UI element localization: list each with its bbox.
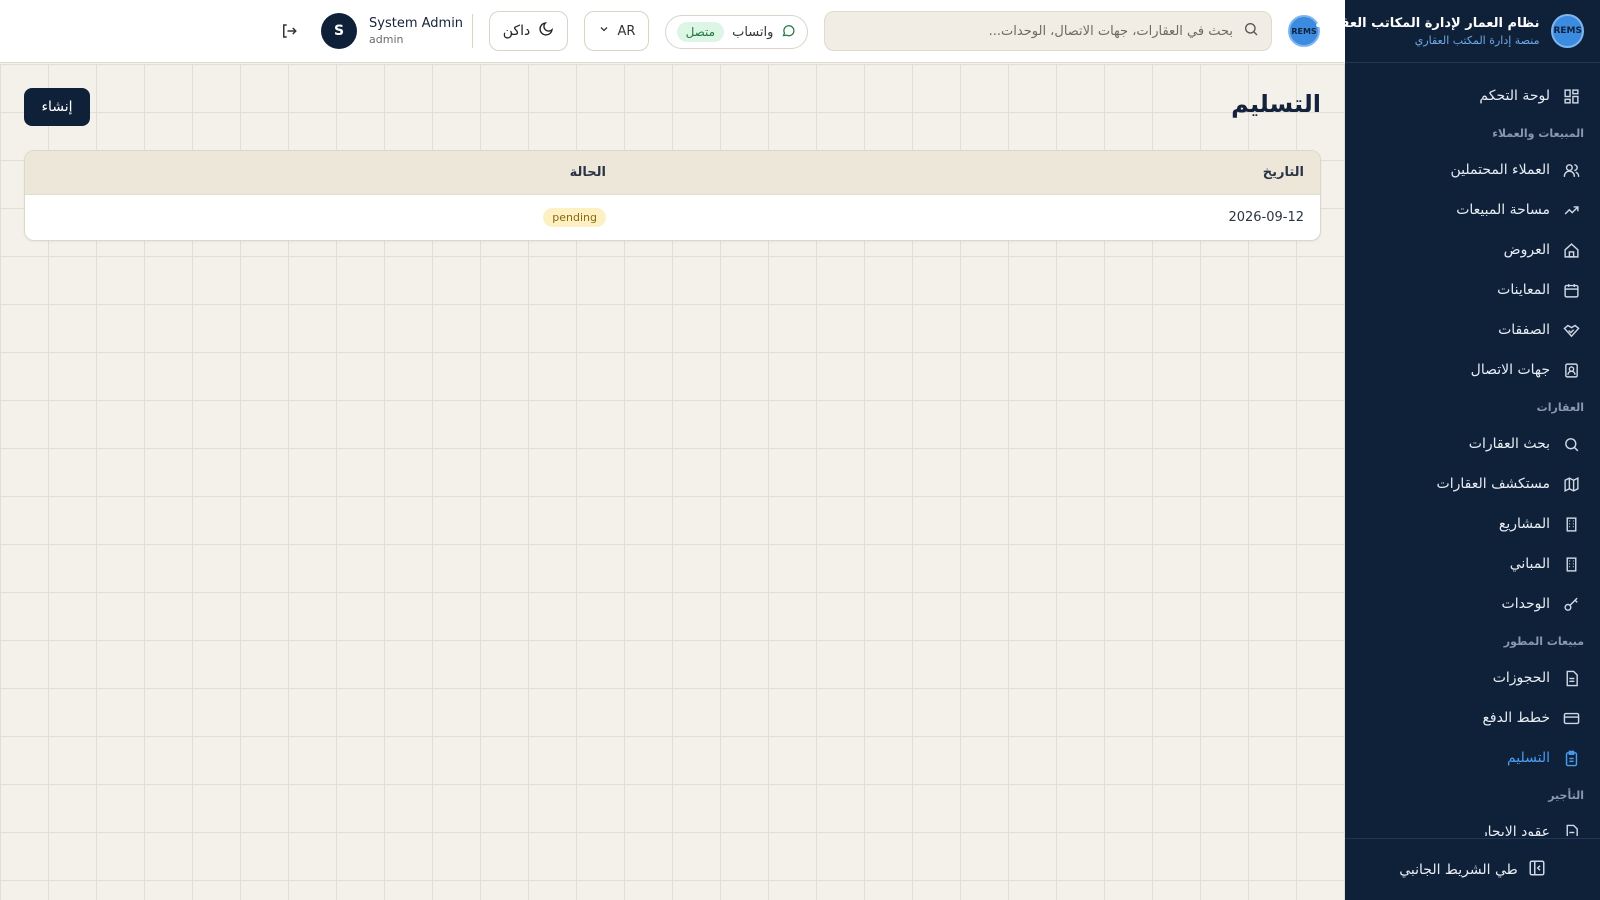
app-logo: REMS [1551, 14, 1584, 48]
app-title: نظام العمار لإدارة المكاتب العقارية [1315, 15, 1540, 31]
create-button[interactable]: إنشاء [24, 88, 90, 126]
collapse-sidebar-icon [1528, 859, 1546, 881]
handover-table: التاريخ الحالة 2026-09-12 pending [24, 150, 1321, 241]
sidebar-item-property-explorer[interactable]: مستكشف العقارات [1345, 464, 1600, 504]
section-sales: المبيعات والعملاء [1492, 126, 1584, 140]
column-header-date[interactable]: التاريخ [1263, 165, 1304, 180]
sidebar-item-offers[interactable]: العروض [1345, 230, 1600, 270]
user-menu[interactable]: S System Admin admin [321, 13, 463, 49]
language-selector[interactable]: AR [584, 11, 649, 51]
sidebar-header: نظام العمار لإدارة المكاتب العقارية منصة… [1315, 0, 1600, 63]
sidebar-nav: لوحة التحكم المبيعات والعملاء العملاء ال… [1345, 76, 1600, 836]
theme-toggle-button[interactable]: داكن [489, 11, 568, 51]
section-properties: العقارات [1536, 400, 1584, 414]
chat-icon [781, 23, 796, 42]
page-title: التسليم [1231, 90, 1321, 118]
building-icon [1562, 555, 1580, 573]
theme-label: داكن [502, 23, 531, 39]
sidebar-item-payment-plans[interactable]: خطط الدفع [1345, 698, 1600, 738]
collapse-sidebar-button[interactable]: طي الشريط الجانبي [1345, 838, 1600, 900]
section-developer: مبيعات المطور [1503, 634, 1584, 648]
sidebar-item-contacts[interactable]: جهات الاتصال [1345, 350, 1600, 390]
trending-up-icon [1562, 201, 1580, 219]
table-header: التاريخ الحالة [25, 151, 1320, 195]
sidebar-item-viewings[interactable]: المعاينات [1345, 270, 1600, 310]
app-subtitle: منصة إدارة المكتب العقاري [1414, 33, 1540, 47]
top-header: REMS متصل واتساب AR داكن S System Admin … [0, 0, 1345, 63]
user-role: admin [369, 33, 404, 46]
search-input[interactable] [837, 23, 1233, 39]
sidebar-item-handover[interactable]: التسليم [1345, 738, 1600, 778]
building-icon [1562, 515, 1580, 533]
language-value: AR [617, 23, 636, 39]
logout-icon[interactable] [280, 22, 300, 42]
header-divider [472, 14, 473, 48]
map-icon [1562, 475, 1580, 493]
whatsapp-status-badge: متصل [676, 22, 725, 42]
search-icon [1243, 21, 1259, 41]
sidebar-item-dashboard[interactable]: لوحة التحكم [1345, 76, 1600, 116]
credit-card-icon [1562, 709, 1580, 727]
cell-date: 2026-09-12 [1228, 210, 1304, 225]
sidebar-item-units[interactable]: الوحدات [1345, 584, 1600, 624]
contact-card-icon [1562, 361, 1580, 379]
section-leasing: التأجير [1548, 788, 1584, 802]
users-icon [1562, 161, 1580, 179]
grid-icon [1562, 87, 1580, 105]
home-icon [1562, 241, 1580, 259]
calendar-icon [1562, 281, 1580, 299]
sidebar-item-buildings[interactable]: المباني [1345, 544, 1600, 584]
column-header-status[interactable]: الحالة [570, 165, 606, 180]
handshake-icon [1562, 321, 1580, 339]
sidebar-item-projects[interactable]: المشاريع [1345, 504, 1600, 544]
sidebar-item-property-search[interactable]: بحث العقارات [1345, 424, 1600, 464]
chevron-down-icon [598, 23, 610, 39]
sidebar-item-leads[interactable]: العملاء المحتملين [1345, 150, 1600, 190]
main-content: التسليم إنشاء التاريخ الحالة 2026-09-12 … [0, 64, 1345, 900]
sidebar-item-lease-contracts[interactable]: عقود الإيجار [1345, 812, 1600, 836]
moon-icon [538, 21, 554, 41]
sidebar-item-deals[interactable]: الصفقات [1345, 310, 1600, 350]
status-badge: pending [543, 208, 606, 227]
avatar: S [321, 13, 357, 49]
whatsapp-status[interactable]: متصل واتساب [665, 15, 808, 49]
user-name: System Admin [369, 16, 464, 31]
document-icon [1562, 823, 1580, 836]
sidebar-item-sales-space[interactable]: مساحة المبيعات [1345, 190, 1600, 230]
sidebar: نظام العمار لإدارة المكاتب العقارية منصة… [1315, 0, 1600, 900]
table-row[interactable]: 2026-09-12 pending [25, 195, 1320, 240]
sidebar-item-bookings[interactable]: الحجوزات [1345, 658, 1600, 698]
global-search[interactable] [824, 11, 1272, 51]
clipboard-icon [1562, 749, 1580, 767]
search-icon [1562, 435, 1580, 453]
whatsapp-label: واتساب [732, 24, 774, 40]
key-icon [1562, 595, 1580, 613]
document-icon [1562, 669, 1580, 687]
